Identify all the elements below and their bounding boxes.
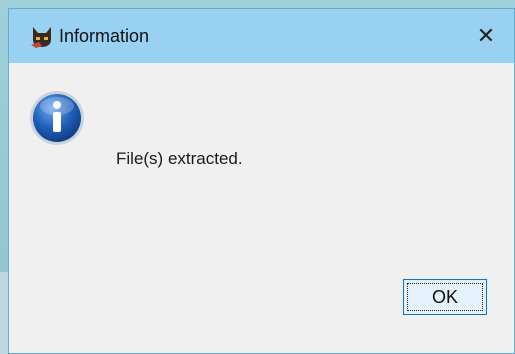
- information-dialog: Information ✕ File(s) extracted. OK: [8, 8, 515, 354]
- info-icon: [30, 91, 84, 145]
- close-icon: ✕: [476, 23, 496, 48]
- title-bar[interactable]: Information ✕: [9, 9, 514, 63]
- dialog-title: Information: [59, 25, 150, 46]
- ok-button-label: OK: [431, 286, 458, 307]
- message-text: File(s) extracted.: [116, 149, 243, 168]
- ok-button[interactable]: OK: [403, 279, 487, 315]
- close-button[interactable]: ✕: [458, 9, 514, 63]
- cat-app-icon: [31, 27, 51, 48]
